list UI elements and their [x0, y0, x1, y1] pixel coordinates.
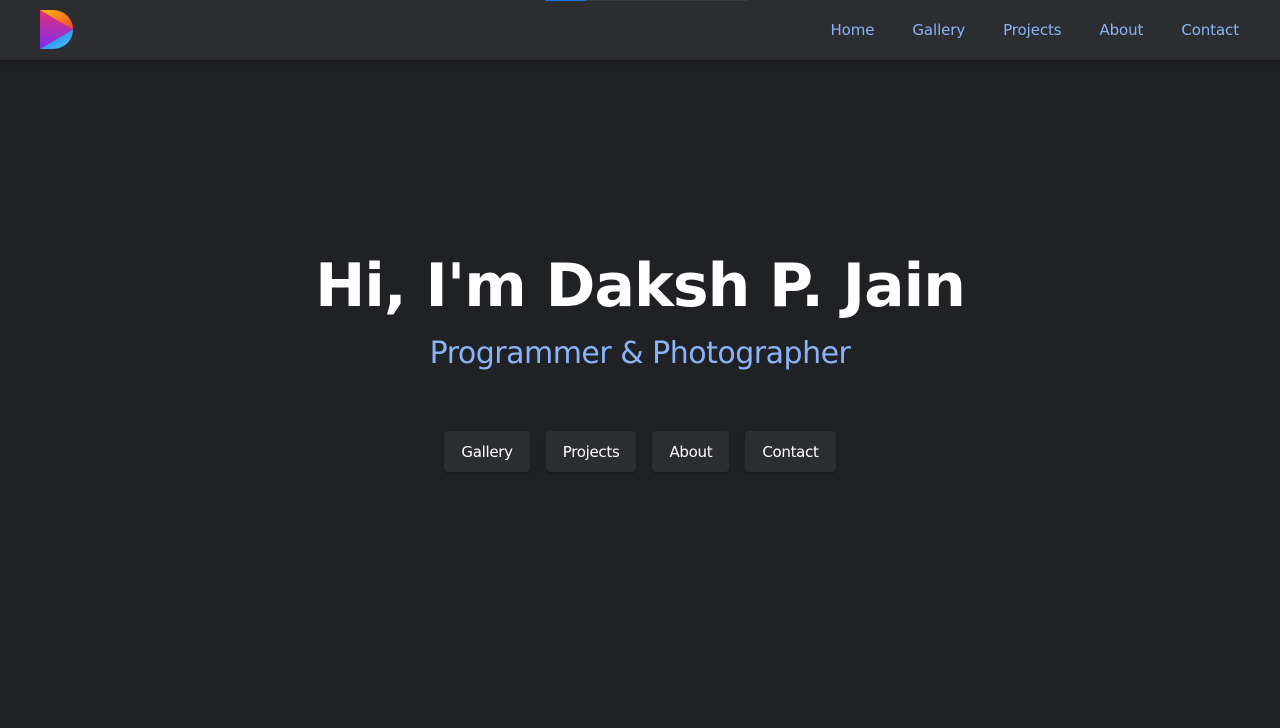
brand-logo-icon[interactable]	[38, 8, 74, 51]
nav-link-projects[interactable]: Projects	[1003, 21, 1061, 39]
projects-button[interactable]: Projects	[545, 431, 637, 472]
gallery-button[interactable]: Gallery	[444, 431, 530, 472]
scroll-progress-fill	[545, 0, 586, 1]
nav-link-about[interactable]: About	[1099, 21, 1143, 39]
hero-button-group: Gallery Projects About Contact	[0, 431, 1280, 472]
main-nav: Home Gallery Projects About Contact	[792, 0, 1239, 60]
top-navbar: Home Gallery Projects About Contact	[0, 0, 1280, 60]
nav-link-contact[interactable]: Contact	[1181, 21, 1239, 39]
hero-title: Hi, I'm Daksh P. Jain	[315, 251, 966, 321]
about-button[interactable]: About	[652, 431, 730, 472]
contact-button[interactable]: Contact	[745, 431, 836, 472]
nav-link-gallery[interactable]: Gallery	[912, 21, 965, 39]
nav-link-home[interactable]: Home	[830, 21, 874, 39]
scroll-progress-bar	[545, 0, 748, 1]
hero-section: Hi, I'm Daksh P. Jain Programmer & Photo…	[0, 60, 1280, 728]
hero-subtitle: Programmer & Photographer	[429, 336, 851, 371]
